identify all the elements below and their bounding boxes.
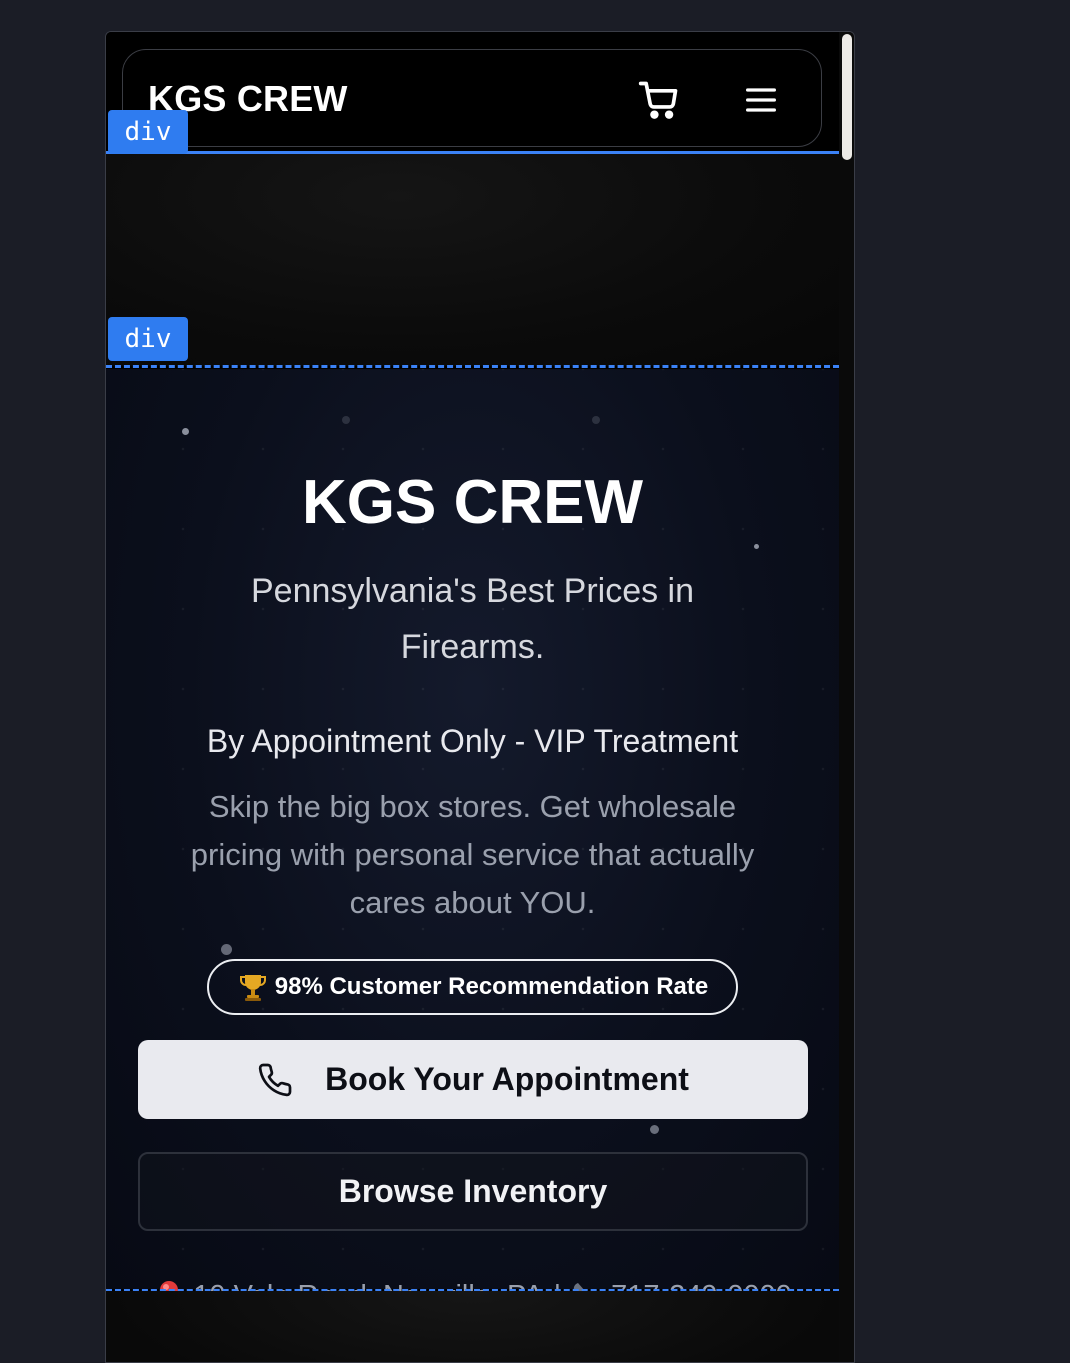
scrollbar-thumb[interactable] [842,34,852,160]
menu-button[interactable] [741,80,781,120]
star-dot [182,428,189,435]
cart-button[interactable] [637,78,681,122]
phone-icon [258,1063,292,1096]
inspector-tag-hero: div [108,317,188,361]
star-dot [650,1125,659,1134]
device-frame: KGS CREW div div KGS CREW Pennsylvania's… [105,31,855,1363]
navbar: KGS CREW [122,49,822,147]
hamburger-menu-icon [746,88,776,112]
cart-icon [638,81,678,119]
star-dot [754,544,759,549]
hero-title: KGS CREW [302,468,643,537]
scrollbar-track[interactable] [839,32,854,1362]
trophy-icon [239,975,266,1001]
star-dot [592,416,600,424]
book-appointment-button[interactable]: Book Your Appointment [138,1040,808,1119]
hero-description: Skip the big box stores. Get wholesale p… [190,789,755,920]
book-appointment-label: Book Your Appointment [325,1061,689,1097]
inspector-dashed-border-top [106,365,839,368]
recommendation-badge: 98% Customer Recommendation Rate [207,959,738,1015]
star-dot [221,944,232,955]
hero-section: KGS CREW Pennsylvania's Best Prices in F… [106,369,839,1312]
badge-text: 98% Customer Recommendation Rate [274,973,709,1000]
browse-inventory-button[interactable]: Browse Inventory [138,1152,808,1231]
star-dot [342,416,350,424]
hero-appointment-note: By Appointment Only - VIP Treatment [206,723,739,759]
dark-spacer-section [106,154,839,366]
inspector-tag-header: div [108,110,188,154]
mobile-viewport: KGS CREW div div KGS CREW Pennsylvania's… [106,32,839,1362]
next-section [106,1291,839,1362]
hero-tagline: Pennsylvania's Best Prices in Firearms. [250,572,695,666]
browse-inventory-label: Browse Inventory [338,1173,608,1209]
